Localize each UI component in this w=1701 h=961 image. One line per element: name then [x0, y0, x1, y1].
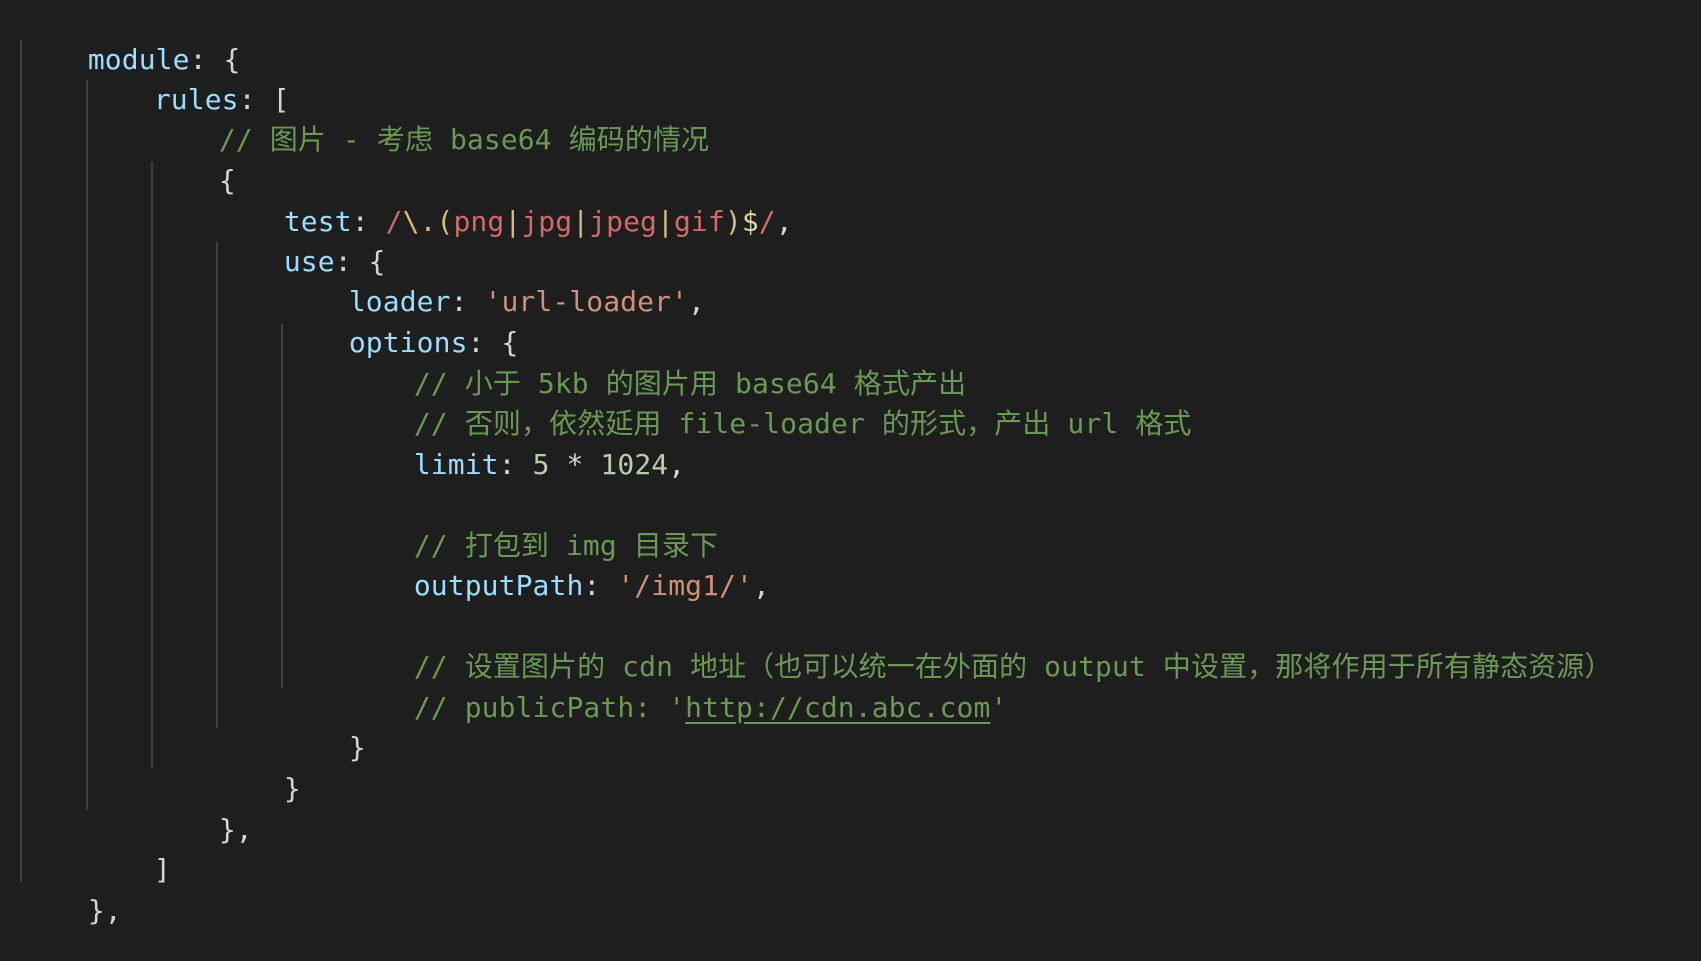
code-line-1[interactable]: module: { — [20, 0, 241, 76]
token-regex-jpg: jpg — [521, 205, 573, 238]
code-line-7[interactable]: loader: 'url-loader', — [281, 242, 705, 318]
token-regex-group-open: ( — [436, 205, 454, 238]
code-line-17[interactable]: // publicPath: 'http://cdn.abc.com' — [346, 648, 1007, 724]
token-operator-multiply: * — [549, 448, 601, 481]
token-colon: : — [583, 569, 618, 602]
code-line-4[interactable]: { — [151, 121, 236, 197]
token-regex-pipe: | — [657, 205, 674, 238]
code-line-6[interactable]: use: { — [216, 202, 386, 278]
token-number: 5 — [532, 448, 550, 481]
code-line-18[interactable]: } — [281, 688, 366, 764]
code-editor[interactable]: module: { rules: [ // 图片 - 考虑 base64 编码的… — [0, 0, 1701, 961]
token-comma: , — [668, 448, 686, 481]
code-line-8[interactable]: options: { — [281, 283, 518, 359]
token-close-brace-comma: }, — [218, 813, 253, 846]
token-number: 1024 — [600, 448, 669, 481]
code-line-22[interactable]: }, — [20, 851, 122, 927]
token-comma: , — [688, 285, 705, 318]
token-regex-group-close: ) — [724, 205, 742, 238]
code-line-16[interactable]: // 设置图片的 cdn 地址（也可以统一在外面的 output 中设置，那将作… — [346, 607, 1613, 683]
token-regex-gif: gif — [673, 205, 725, 238]
code-line-20[interactable]: }, — [151, 770, 253, 846]
indent-guide-level-2 — [86, 80, 88, 810]
token-close-brace: } — [348, 731, 366, 764]
token-string-img-path: '/img1/' — [617, 569, 754, 602]
token-regex-png: png — [453, 205, 505, 238]
token-comment: // 图片 - 考虑 base64 编码的情况 — [218, 123, 710, 156]
code-line-5[interactable]: test: /\.(png|jpg|jpeg|gif)$/, — [216, 162, 793, 238]
code-line-14[interactable]: outputPath: '/img1/', — [346, 526, 770, 602]
token-colon: : — [498, 448, 533, 481]
indent-guide-level-3 — [151, 162, 153, 768]
token-comma: , — [775, 205, 793, 238]
code-line-10[interactable]: // 否则，依然延用 file-loader 的形式，产出 url 格式 — [346, 364, 1192, 440]
token-close-bracket: ] — [153, 853, 171, 886]
token-comment: ' — [990, 691, 1008, 724]
indent-guide-level-1 — [20, 40, 22, 882]
code-line-19[interactable]: } — [216, 729, 301, 805]
token-regex-anchor: $ — [741, 205, 759, 238]
code-line-9[interactable]: // 小于 5kb 的图片用 base64 格式产出 — [346, 324, 966, 400]
cdn-url-link[interactable]: http://cdn.abc.com — [685, 691, 990, 724]
code-line-11[interactable]: limit: 5 * 1024, — [346, 405, 685, 481]
code-line-3[interactable]: // 图片 - 考虑 base64 编码的情况 — [151, 80, 709, 156]
token-regex-escape: \. — [402, 205, 437, 238]
token-regex-pipe: | — [572, 205, 590, 238]
code-line-2[interactable]: rules: [ — [86, 40, 290, 116]
code-line-13[interactable]: // 打包到 img 目录下 — [346, 486, 718, 562]
token-key-outputpath: outputPath — [413, 569, 584, 602]
token-key-limit: limit — [413, 448, 499, 481]
code-line-21[interactable]: ] — [86, 810, 171, 886]
token-comment: // publicPath: ' — [413, 691, 686, 724]
token-regex-start: / — [385, 205, 403, 238]
token-regex-jpeg: jpeg — [589, 205, 657, 238]
token-close-brace: } — [283, 772, 301, 805]
token-regex-pipe: | — [504, 205, 522, 238]
token-close-brace-comma: }, — [87, 894, 122, 927]
token-regex-end: / — [758, 205, 776, 238]
token-comma: , — [753, 569, 770, 602]
